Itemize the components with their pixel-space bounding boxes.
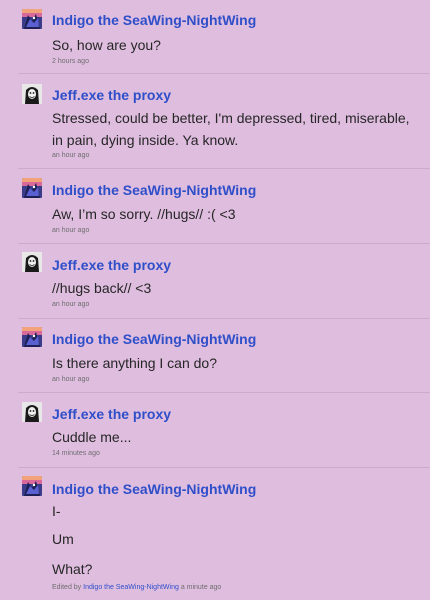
comment-author-link[interactable]: Jeff.exe the proxy xyxy=(52,86,171,104)
comment-text: So, how are you? xyxy=(52,37,161,53)
jeff-proxy-avatar-icon[interactable] xyxy=(22,84,42,104)
divider xyxy=(18,168,430,169)
comment-text: Is there anything I can do? xyxy=(52,355,217,371)
editor-link[interactable]: Indigo the SeaWing-NightWing xyxy=(83,584,179,591)
divider xyxy=(18,73,430,74)
comment-author-link[interactable]: Indigo the SeaWing-NightWing xyxy=(52,480,256,498)
divider xyxy=(18,318,430,319)
comment-timestamp: an hour ago xyxy=(52,376,90,383)
comment-text-line: What? xyxy=(52,561,93,577)
comment-edit-meta: Edited by Indigo the SeaWing-NightWing a… xyxy=(52,583,221,593)
jeff-proxy-avatar-icon[interactable] xyxy=(22,252,42,272)
comment-feed: Indigo the SeaWing-NightWing So, how are… xyxy=(0,0,430,600)
comment-text: Stressed, could be better, I'm depressed… xyxy=(52,110,410,148)
comment-author-link[interactable]: Indigo the SeaWing-NightWing xyxy=(52,330,256,348)
comment-timestamp: an hour ago xyxy=(52,227,90,234)
comment-text: Cuddle me... xyxy=(52,429,132,445)
jeff-proxy-avatar-icon[interactable] xyxy=(22,402,42,422)
indigo-nightwing-avatar-icon[interactable] xyxy=(22,476,42,496)
comment-text: //hugs back// <3 xyxy=(52,280,152,296)
comment-text-line: Um xyxy=(52,531,74,547)
comment-timestamp: 14 minutes ago xyxy=(52,450,100,457)
comment-timestamp: an hour ago xyxy=(52,301,90,308)
divider xyxy=(18,392,430,393)
divider xyxy=(18,467,430,468)
comment-author-link[interactable]: Indigo the SeaWing-NightWing xyxy=(52,181,256,199)
indigo-nightwing-avatar-icon[interactable] xyxy=(22,9,42,29)
comment-text-line: I- xyxy=(52,503,61,519)
indigo-nightwing-avatar-icon[interactable] xyxy=(22,178,42,198)
comment-author-link[interactable]: Indigo the SeaWing-NightWing xyxy=(52,11,256,29)
divider xyxy=(18,243,430,244)
indigo-nightwing-avatar-icon[interactable] xyxy=(22,327,42,347)
comment-timestamp: a minute ago xyxy=(180,584,222,591)
comment-text: Aw, I’m so sorry. //hugs// :( <3 xyxy=(52,206,236,222)
comment-author-link[interactable]: Jeff.exe the proxy xyxy=(52,256,171,274)
comment-timestamp: an hour ago xyxy=(52,152,90,159)
comment-timestamp: 2 hours ago xyxy=(52,58,89,65)
edited-by-prefix: Edited by xyxy=(52,584,82,591)
comment-author-link[interactable]: Jeff.exe the proxy xyxy=(52,405,171,423)
